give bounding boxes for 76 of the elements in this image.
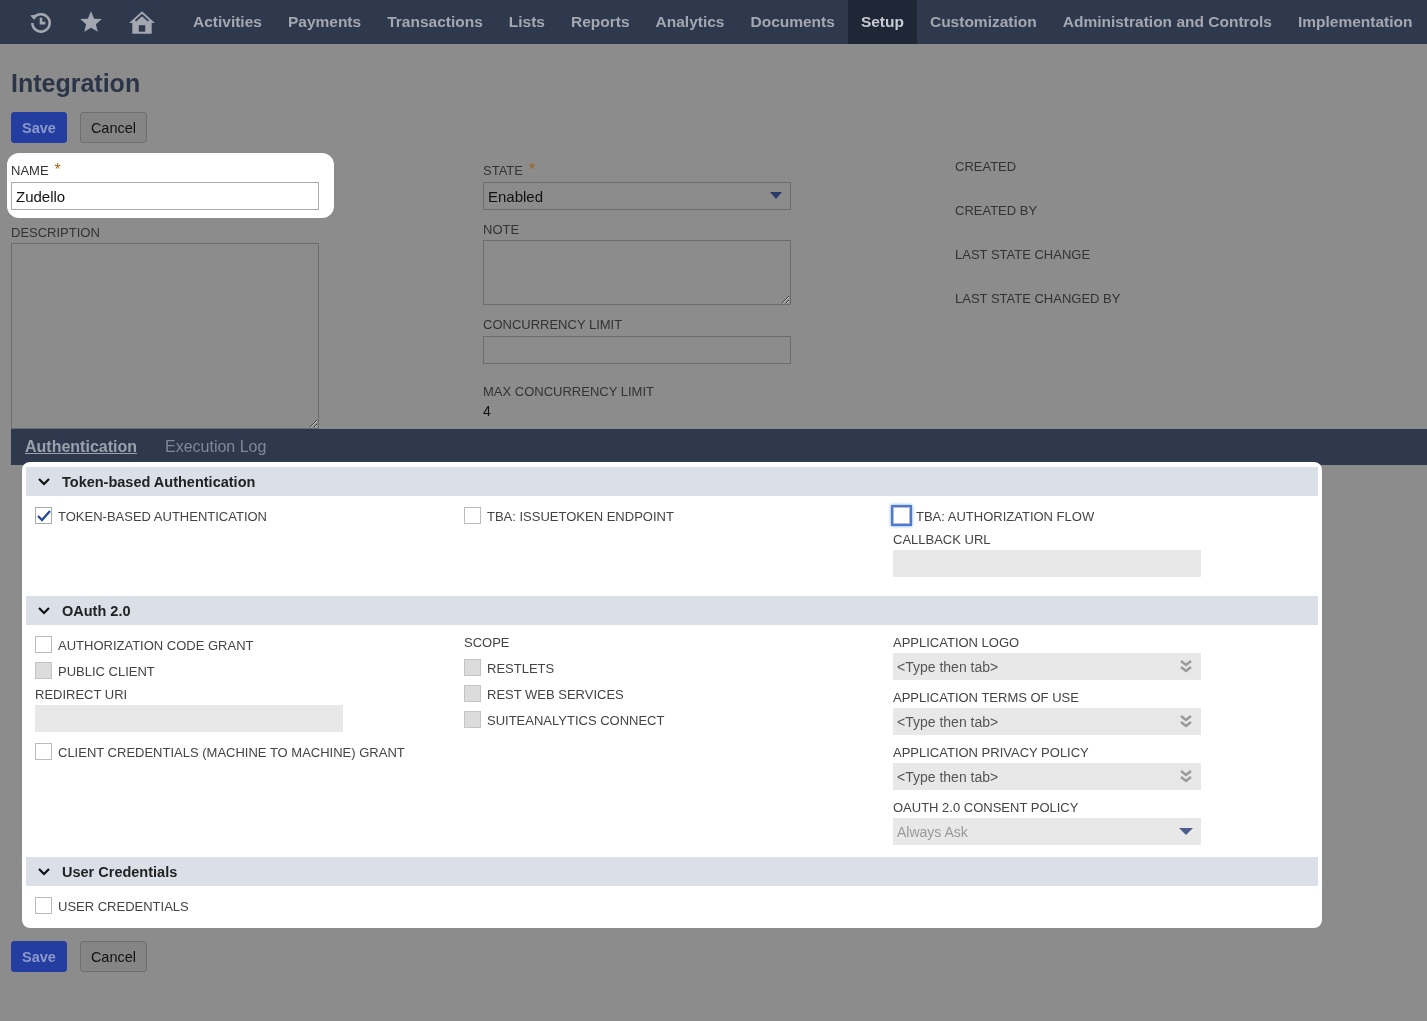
field-label: REDIRECT URI bbox=[35, 687, 129, 702]
section-header[interactable]: User Credentials bbox=[26, 857, 1318, 886]
field-label: MAX CONCURRENCY LIMIT bbox=[483, 383, 654, 399]
field-label: CREATED BY bbox=[955, 203, 1039, 220]
nav-menu-item[interactable]: Reports bbox=[557, 0, 643, 44]
checkbox-label: SUITEANALYTICS CONNECT bbox=[487, 713, 665, 728]
checkbox[interactable] bbox=[35, 897, 52, 914]
home-icon[interactable] bbox=[128, 9, 156, 35]
field-label: DESCRIPTION bbox=[11, 224, 100, 240]
checkbox-label: TBA: ISSUETOKEN ENDPOINT bbox=[487, 509, 674, 524]
nav-menu-item[interactable]: Transactions bbox=[374, 0, 496, 44]
save-button[interactable]: Save bbox=[11, 112, 67, 143]
description-text-area[interactable] bbox=[11, 242, 319, 429]
checkbox-label: AUTHORIZATION CODE GRANT bbox=[58, 638, 254, 653]
required-asterisk: * bbox=[54, 161, 61, 179]
chevron-icon bbox=[38, 606, 50, 615]
tab[interactable]: Authentication bbox=[25, 438, 137, 456]
field-label: CREATED bbox=[955, 159, 1018, 176]
nav-menu-item[interactable]: Customization bbox=[916, 0, 1050, 44]
checkbox-label: REST WEB SERVICES bbox=[487, 687, 624, 702]
field-label: CALLBACK URL bbox=[893, 532, 992, 547]
field-label: OAUTH 2.0 CONSENT POLICY bbox=[893, 800, 1080, 815]
field-value: 4 bbox=[483, 403, 492, 419]
save-button[interactable]: Save bbox=[11, 941, 67, 972]
caret-icon bbox=[770, 192, 782, 200]
nav-menu-item[interactable]: Implementation bbox=[1284, 0, 1426, 44]
checkbox[interactable] bbox=[35, 507, 52, 524]
star-icon[interactable] bbox=[78, 9, 104, 35]
chevron-icon bbox=[38, 477, 50, 486]
field-label: NOTE bbox=[483, 221, 520, 237]
nav-menu-item[interactable]: Activities bbox=[180, 0, 275, 44]
checkbox-label: USER CREDENTIALS bbox=[58, 899, 189, 914]
nav-menu-item[interactable]: Payments bbox=[274, 0, 375, 44]
name-input-field[interactable]: Zudello bbox=[11, 182, 319, 210]
checkbox-label: TBA: AUTHORIZATION FLOW bbox=[916, 509, 1095, 524]
lookup-field[interactable]: <Type then tab> bbox=[893, 763, 1201, 790]
caret-icon bbox=[1179, 827, 1193, 836]
chevron-icon bbox=[38, 867, 50, 876]
checkbox[interactable] bbox=[35, 743, 52, 760]
concurrency-limit-input-field[interactable] bbox=[483, 336, 791, 364]
section-header[interactable]: OAuth 2.0 bbox=[26, 596, 1318, 625]
field-label: APPLICATION LOGO bbox=[893, 635, 1021, 650]
cancel-button[interactable]: Cancel bbox=[79, 112, 147, 143]
field-label: NAME bbox=[11, 162, 49, 178]
field-label: APPLICATION TERMS OF USE bbox=[893, 690, 1080, 705]
nav-menu-item[interactable]: Analytics bbox=[642, 0, 738, 44]
checkbox[interactable] bbox=[464, 507, 481, 524]
tab[interactable]: Execution Log bbox=[165, 438, 267, 456]
field-label: CONCURRENCY LIMIT bbox=[483, 316, 623, 332]
checkmark-icon bbox=[36, 509, 51, 522]
field-label: APPLICATION PRIVACY POLICY bbox=[893, 745, 1090, 760]
checkbox-label: RESTLETS bbox=[487, 661, 555, 676]
nav-menu-item[interactable]: Documents bbox=[737, 0, 848, 44]
section-header[interactable]: Token-based Authentication bbox=[26, 467, 1318, 496]
nav-menu-item[interactable]: Setup bbox=[847, 0, 917, 44]
cancel-button[interactable]: Cancel bbox=[79, 941, 147, 972]
lookup-field[interactable]: <Type then tab> bbox=[893, 708, 1201, 735]
state-dropdown[interactable]: Enabled bbox=[483, 182, 791, 210]
checkbox[interactable] bbox=[35, 636, 52, 653]
required-asterisk: * bbox=[528, 161, 536, 179]
checkbox-label: CLIENT CREDENTIALS (MACHINE TO MACHINE) GRANT bbox=[58, 745, 405, 760]
focus-ring bbox=[891, 505, 912, 526]
field-label: SCOPE bbox=[464, 635, 511, 650]
note-text-area[interactable] bbox=[483, 240, 791, 305]
page-title: Integration bbox=[11, 69, 142, 99]
field-label: STATE bbox=[483, 162, 523, 178]
field-label: LAST STATE CHANGE bbox=[955, 247, 1092, 264]
checkbox-label: TOKEN-BASED AUTHENTICATION bbox=[58, 509, 267, 524]
checkbox-label: PUBLIC CLIENT bbox=[58, 664, 155, 679]
nav-menu-item[interactable]: Lists bbox=[495, 0, 558, 44]
double-chevron-icon bbox=[1179, 769, 1193, 784]
double-chevron-icon bbox=[1179, 714, 1193, 729]
double-chevron-icon bbox=[1179, 659, 1193, 674]
nav-menu-item[interactable]: Administration and Controls bbox=[1049, 0, 1285, 44]
field-label: LAST STATE CHANGED BY bbox=[955, 291, 1122, 308]
lookup-field[interactable]: <Type then tab> bbox=[893, 653, 1201, 680]
